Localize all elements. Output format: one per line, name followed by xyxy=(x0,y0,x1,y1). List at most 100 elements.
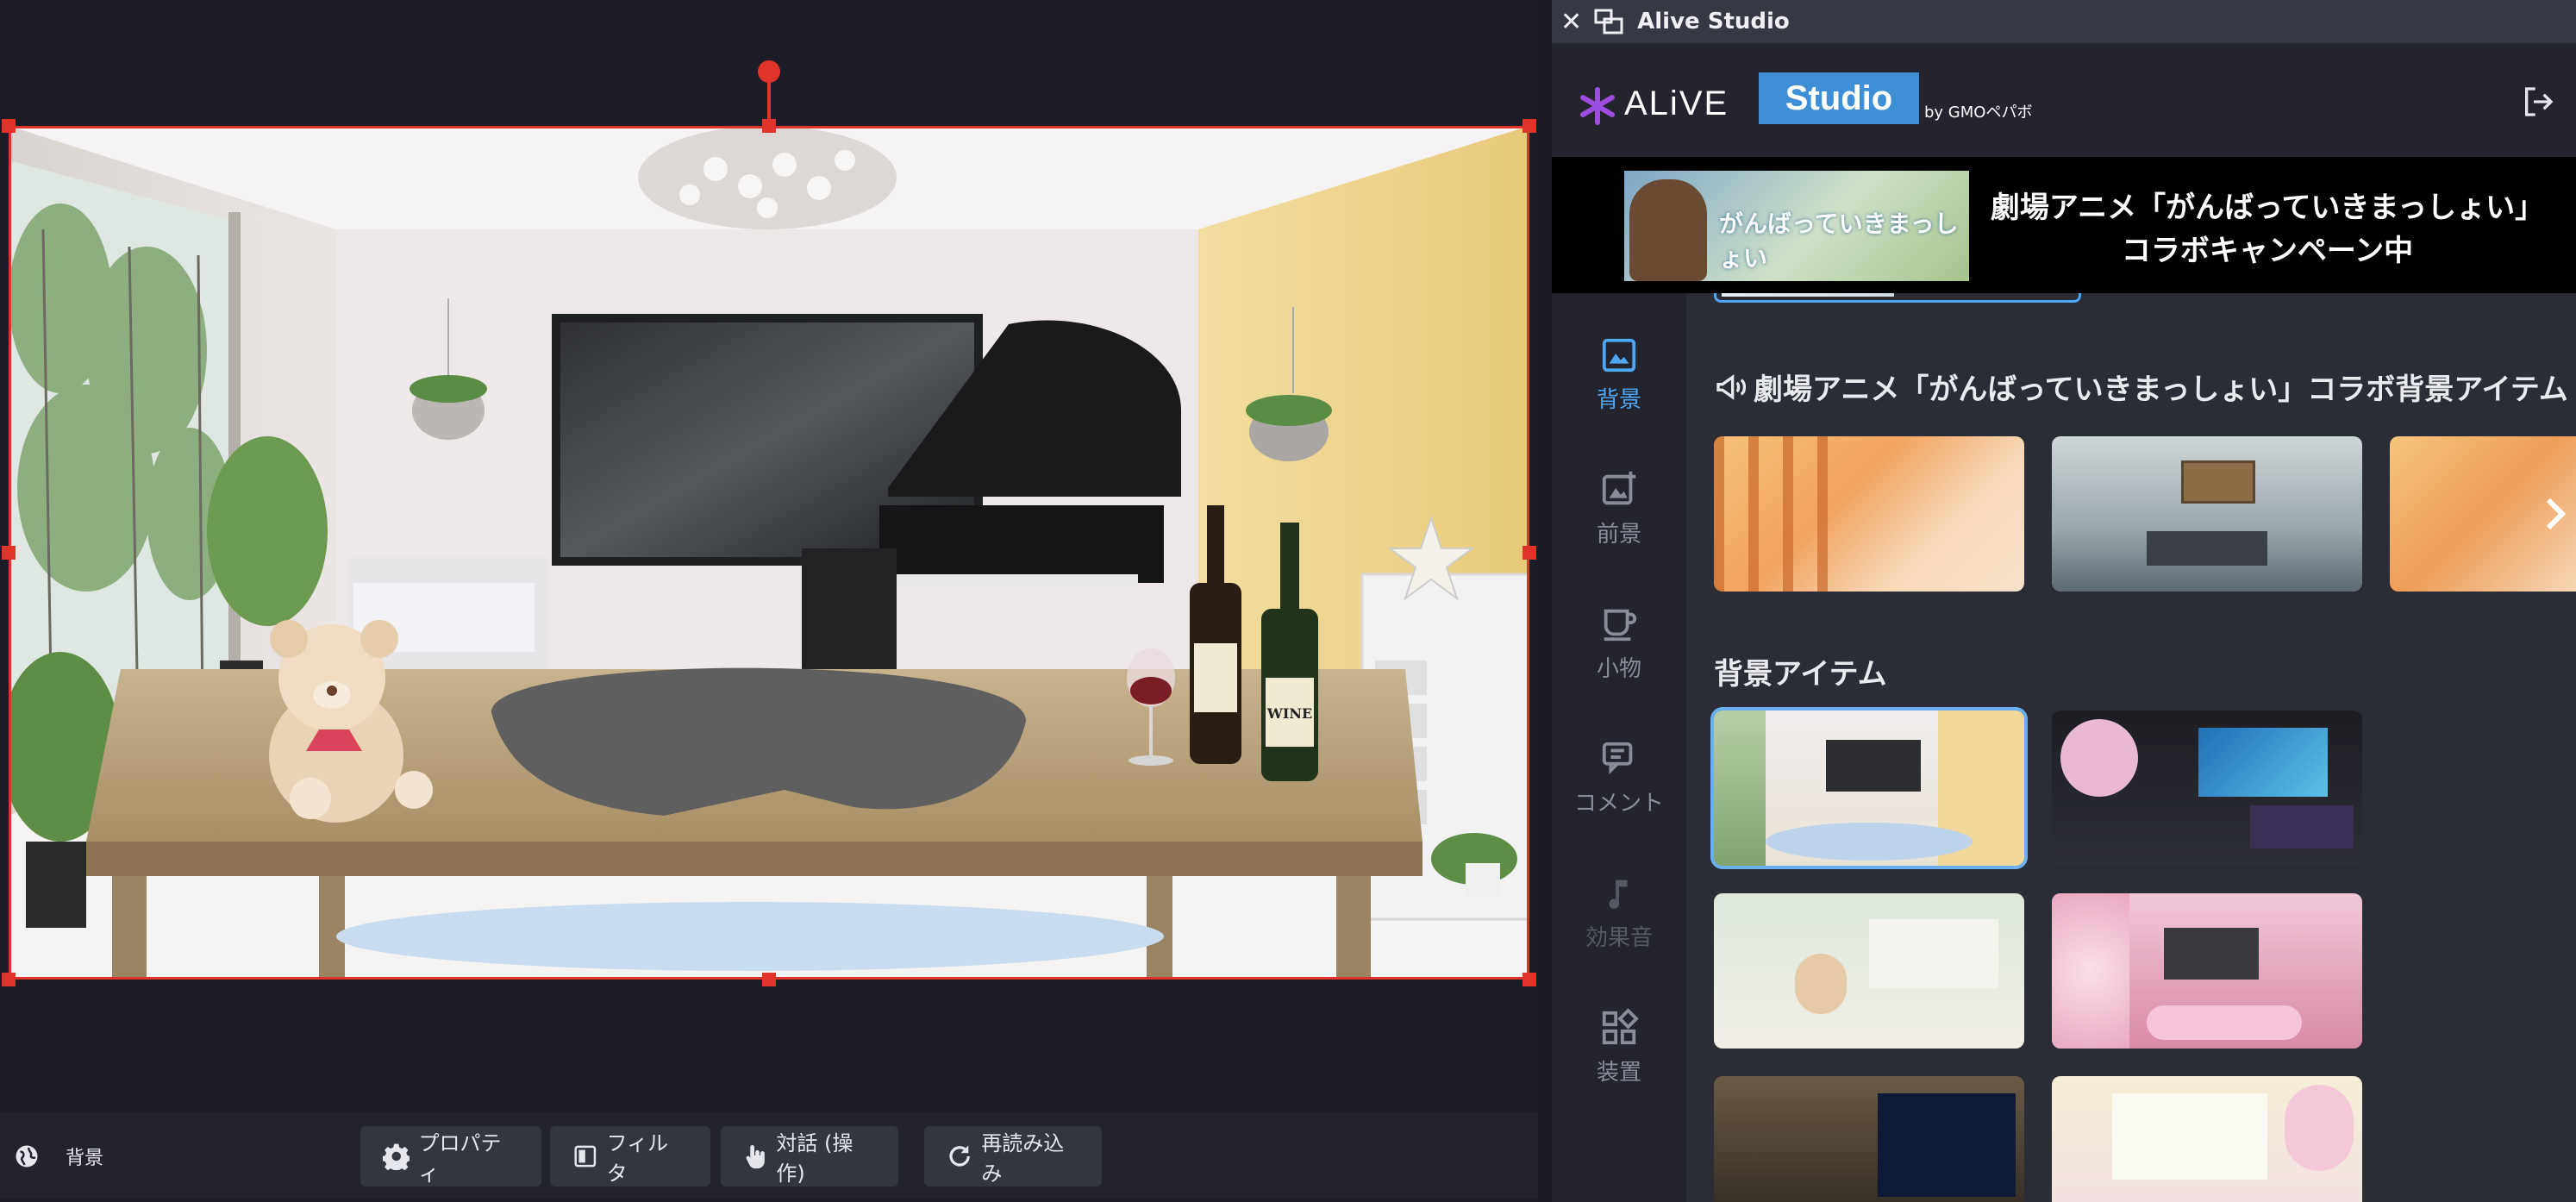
window-bars xyxy=(1714,436,1835,592)
megaphone-icon xyxy=(1716,373,1747,400)
sidebar-item-devices[interactable]: 装置 xyxy=(1552,980,1686,1114)
filter-button[interactable]: フィルタ xyxy=(550,1126,710,1186)
brand-by: by GMOペパボ xyxy=(1924,103,2033,122)
globe-icon xyxy=(16,1145,38,1168)
mini-pink-rug xyxy=(2147,1005,2302,1040)
filter-label: フィルタ xyxy=(606,1131,669,1186)
mini-bear xyxy=(1795,954,1847,1014)
resize-handle-right[interactable] xyxy=(1522,546,1536,560)
wine-label: WINE xyxy=(1266,705,1312,722)
mini-tree xyxy=(2285,1085,2354,1171)
bg-item-bright-room[interactable] xyxy=(2052,1076,2362,1202)
cup-icon xyxy=(1604,609,1637,641)
sidebar-item-foreground[interactable]: 前景 xyxy=(1552,441,1686,576)
items-section-title: 背景アイテム xyxy=(1714,650,1887,692)
window-title: Alive Studio xyxy=(1637,9,1790,34)
sidebar-item-props[interactable]: 小物 xyxy=(1552,576,1686,711)
sidebar-label: 装置 xyxy=(1596,1059,1641,1086)
background-scene[interactable]: WINE xyxy=(9,126,1529,980)
refresh-icon xyxy=(949,1145,970,1167)
sidebar-label: 前景 xyxy=(1596,521,1641,548)
sidebar-label: 効果音 xyxy=(1585,924,1653,951)
mini-night-window xyxy=(1878,1093,2016,1197)
rotate-handle[interactable] xyxy=(758,60,780,83)
mini-sakura xyxy=(2060,719,2138,797)
bottom-toolbar: 背景 プロパティ フィルタ 対話 (操作) 再読み込み xyxy=(0,1112,1538,1199)
asterisk-logo-icon xyxy=(1580,87,1615,125)
resize-handle-top-right[interactable] xyxy=(1522,119,1536,133)
painting xyxy=(2181,460,2255,504)
alive-studio-panel: ✕ Alive Studio ALiVE Studio by GMOペパボ がん… xyxy=(1552,0,2576,1202)
resize-handle-bottom-left[interactable] xyxy=(2,973,16,986)
resize-handle-bottom[interactable] xyxy=(762,973,776,986)
mini-window xyxy=(1714,711,1766,866)
campaign-banner[interactable]: がんばっていきまっしょい 劇場アニメ「がんばっていきまっしょい」 コラボキャンペ… xyxy=(1552,157,2576,293)
banner-line2: コラボキャンペーン中 xyxy=(2121,234,2414,268)
mini-tv-pink xyxy=(2164,928,2259,980)
asset-list: 劇場アニメ「がんばっていきまっしょい」コラボ背景アイテム 背景アイテム xyxy=(1686,293,2576,1202)
banner-line1: 劇場アニメ「がんばっていきまっしょい」 xyxy=(1990,191,2545,225)
collab-thumbnail-3[interactable] xyxy=(2390,436,2576,592)
character-figure xyxy=(1629,179,1707,281)
sidebar-label: 背景 xyxy=(1596,386,1641,413)
scrolled-thumbnail-image xyxy=(1722,293,1894,297)
collab-section-title: 劇場アニメ「がんばっていきまっしょい」コラボ背景アイテム xyxy=(1714,366,2568,408)
table-shape xyxy=(2147,531,2267,566)
sidebar-item-comment[interactable]: コメント xyxy=(1552,711,1686,845)
comment-icon xyxy=(1602,742,1633,774)
window-titlebar: ✕ Alive Studio xyxy=(1552,0,2576,43)
chevron-right-icon[interactable] xyxy=(2543,497,2567,531)
bg-item-japanese-room[interactable] xyxy=(1714,1076,2024,1202)
brand-logo: ALiVE xyxy=(1624,85,1729,122)
mini-bed xyxy=(2250,805,2354,848)
resize-handle-top[interactable] xyxy=(762,119,776,133)
items-section-label: 背景アイテム xyxy=(1714,657,1887,692)
layer-name: 背景 xyxy=(66,1148,104,1169)
widgets-icon xyxy=(1602,1007,1639,1044)
collab-thumbnail-1[interactable] xyxy=(1714,436,2024,592)
mini-aquarium xyxy=(2198,728,2328,797)
layer-indicator: 背景 xyxy=(14,1126,103,1186)
sidebar-item-background[interactable]: 背景 xyxy=(1552,307,1686,441)
sidebar-label: コメント xyxy=(1573,790,1664,817)
collab-thumbnail-2[interactable] xyxy=(2052,436,2362,592)
music-note-icon xyxy=(1609,880,1628,909)
stage-canvas[interactable]: WINE 背景 プロパティ フィルタ 対話 (操作) 再読み込み xyxy=(0,0,1538,1202)
room-illustration: WINE xyxy=(9,126,1529,980)
dialog-button[interactable]: 対話 (操作) xyxy=(721,1126,898,1186)
mini-bright-window xyxy=(2112,1093,2267,1180)
brand-header: ALiVE Studio by GMOペパボ xyxy=(1552,43,2576,157)
reload-button[interactable]: 再読み込み xyxy=(924,1126,1102,1186)
dialog-label: 対話 (操作) xyxy=(776,1131,853,1186)
reload-label: 再読み込み xyxy=(981,1131,1065,1186)
resize-handle-bottom-right[interactable] xyxy=(1522,973,1536,986)
category-sidebar: 背景 前景 小物 コメント 効果音 装置 xyxy=(1552,293,1686,1202)
logout-icon[interactable] xyxy=(2521,85,2555,119)
properties-button[interactable]: プロパティ xyxy=(360,1126,541,1186)
image-add-icon xyxy=(1602,471,1636,504)
touch-icon xyxy=(746,1145,765,1169)
studio-badge: Studio xyxy=(1759,72,1919,124)
image-icon xyxy=(1602,338,1636,372)
properties-label: プロパティ xyxy=(418,1131,502,1186)
gear-icon xyxy=(383,1143,410,1170)
mini-rug xyxy=(1766,823,1973,861)
scrolled-thumbnail-edge[interactable] xyxy=(1714,293,2081,303)
bg-item-living-room[interactable] xyxy=(1710,707,2028,869)
sidebar-label: 小物 xyxy=(1596,655,1641,682)
banner-text: 劇場アニメ「がんばっていきまっしょい」 コラボキャンペーン中 xyxy=(1983,186,2552,272)
resize-handle-top-left[interactable] xyxy=(2,119,16,133)
window-icon xyxy=(1594,9,1623,34)
bg-item-pink-room[interactable] xyxy=(2052,893,2362,1049)
resize-handle-left[interactable] xyxy=(2,546,16,560)
banner-image: がんばっていきまっしょい xyxy=(1624,171,1969,281)
mini-curtain xyxy=(1869,919,1998,988)
bg-item-green-room[interactable] xyxy=(1714,893,2024,1049)
close-icon[interactable]: ✕ xyxy=(1560,7,1582,37)
mini-blossoms xyxy=(2052,893,2129,1049)
filter-icon xyxy=(574,1145,597,1168)
mini-tv xyxy=(1826,740,1921,792)
sidebar-item-sound[interactable]: 効果音 xyxy=(1552,845,1686,980)
bg-item-dark-room[interactable] xyxy=(2052,711,2362,866)
banner-image-caption: がんばっていきまっしょい xyxy=(1719,210,1959,272)
